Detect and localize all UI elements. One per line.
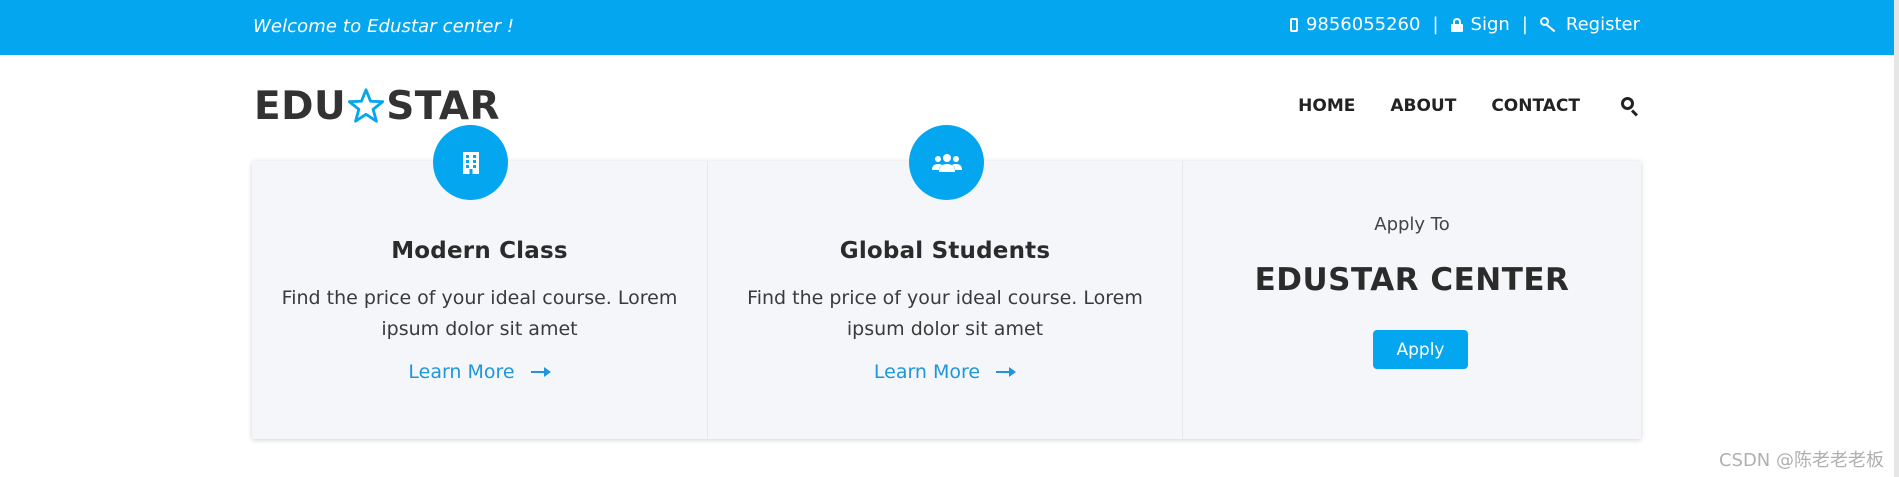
card-title: Global Students [839,238,1051,264]
logo-text-left: EDU [254,83,347,129]
main-nav: HOME ABOUT CONTACT [1263,96,1640,117]
apply-card: Apply To EDUSTAR CENTER Apply [1183,161,1641,439]
feature-card-global-students: Global Students Find the price of your i… [708,125,1183,439]
nav-home[interactable]: HOME [1298,96,1355,116]
phone-number: 9856055260 [1305,14,1421,35]
nav-about[interactable]: ABOUT [1390,96,1456,116]
card-icon-circle [909,125,984,200]
learn-more-link[interactable]: Learn More [252,361,707,383]
apply-button[interactable]: Apply [1373,330,1468,369]
learn-more-label: Learn More [408,361,515,383]
phone-icon [1289,17,1298,32]
feature-card-modern-class: Modern Class Find the price of your idea… [252,125,708,439]
card-text: Find the price of your ideal course. Lor… [281,287,678,340]
apply-to-label: Apply To [1374,214,1450,235]
users-icon [931,153,962,172]
logo-text-right: STAR [386,83,501,129]
search-icon[interactable] [1620,96,1640,117]
top-bar: Welcome to Edustar center ! 9856055260 |… [0,0,1899,55]
apply-center-title: EDUSTAR CENTER [1254,262,1570,298]
sign-link[interactable]: Sign [1450,14,1510,35]
key-icon [1539,16,1558,33]
card-icon-circle [433,125,508,200]
card-text: Find the price of your ideal course. Lor… [747,287,1143,340]
learn-more-link[interactable]: Learn More [708,361,1182,383]
welcome-text: Welcome to Edustar center ! [253,16,515,37]
nav-contact[interactable]: CONTACT [1491,96,1580,116]
register-label: Register [1565,14,1640,35]
arrow-right-icon [530,367,551,377]
separator: | [1432,14,1439,35]
card-title: Modern Class [391,238,568,264]
watermark-text: CSDN @陈老老老板 [1718,450,1884,471]
features-panel: Modern Class Find the price of your idea… [252,125,1641,439]
star-icon [348,88,385,123]
register-link[interactable]: Register [1539,14,1640,35]
separator: | [1521,14,1528,35]
site-logo[interactable]: EDU STAR [254,83,501,129]
learn-more-label: Learn More [873,361,981,383]
phone-link[interactable]: 9856055260 [1289,14,1421,35]
scrollbar[interactable] [1894,0,1899,477]
sign-label: Sign [1470,14,1510,35]
arrow-right-icon [996,367,1017,377]
lock-icon [1450,17,1463,32]
building-icon [462,151,479,174]
top-bar-links: 9856055260 | Sign | Register [1289,14,1640,35]
